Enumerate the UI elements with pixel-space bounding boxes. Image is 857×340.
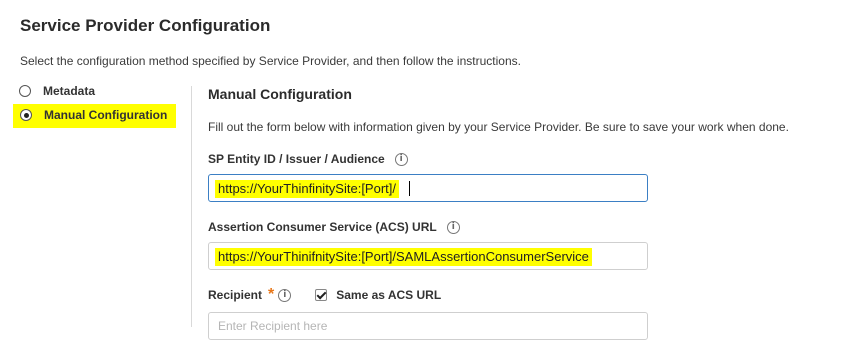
required-asterisk: * <box>268 286 275 303</box>
radio-button-metadata[interactable] <box>19 85 31 97</box>
text-caret <box>409 181 410 196</box>
info-icon[interactable]: i <box>278 288 292 302</box>
acs-url-value: https://YourThinifnitySite:[Port]/SAMLAs… <box>215 248 592 266</box>
entity-id-input[interactable]: https://YourThinfinitySite:[Port]/ <box>208 174 648 202</box>
acs-url-label: Assertion Consumer Service (ACS) URL <box>208 220 437 234</box>
page-intro: Select the configuration method specifie… <box>20 54 521 68</box>
info-icon[interactable]: i <box>446 220 460 234</box>
recipient-placeholder: Enter Recipient here <box>218 319 328 333</box>
entity-id-label-row: SP Entity ID / Issuer / Audience i <box>208 152 408 166</box>
entity-id-label: SP Entity ID / Issuer / Audience <box>208 152 385 166</box>
manual-section-description: Fill out the form below with information… <box>208 120 789 134</box>
entity-id-value: https://YourThinfinitySite:[Port]/ <box>215 180 399 198</box>
acs-url-label-row: Assertion Consumer Service (ACS) URL i <box>208 220 460 234</box>
manual-section-title: Manual Configuration <box>208 86 352 102</box>
radio-label-metadata: Metadata <box>43 84 96 98</box>
recipient-input[interactable]: Enter Recipient here <box>208 312 648 340</box>
recipient-label-row: Recipient * i Same as ACS URL <box>208 286 441 303</box>
radio-label-manual-configuration: Manual Configuration <box>44 108 168 122</box>
vertical-divider <box>191 86 192 327</box>
radio-button-manual-configuration[interactable] <box>20 109 32 121</box>
radio-option-metadata[interactable]: Metadata <box>19 84 95 98</box>
same-as-acs-label[interactable]: Same as ACS URL <box>336 288 441 302</box>
radio-option-manual-configuration[interactable]: Manual Configuration <box>13 104 177 128</box>
page-title: Service Provider Configuration <box>20 16 271 35</box>
acs-url-input[interactable]: https://YourThinifnitySite:[Port]/SAMLAs… <box>208 242 648 270</box>
recipient-label: Recipient <box>208 288 263 302</box>
same-as-acs-checkbox[interactable] <box>315 289 328 301</box>
info-icon[interactable]: i <box>394 152 408 166</box>
